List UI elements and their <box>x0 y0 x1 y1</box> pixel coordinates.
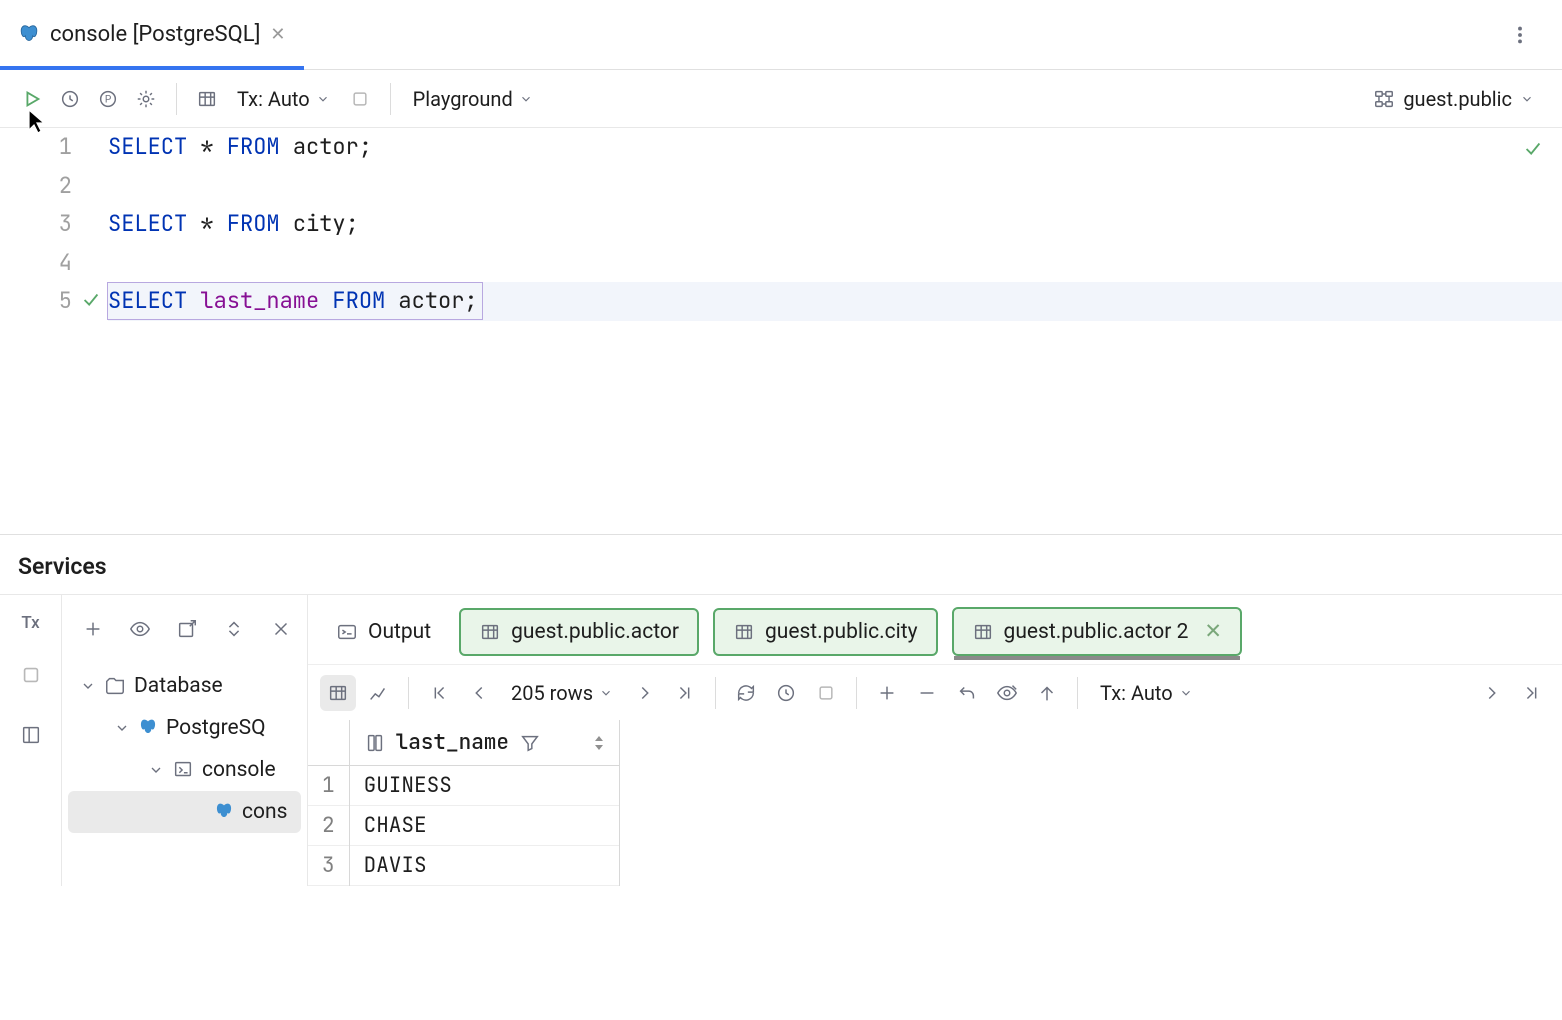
table-cell[interactable]: GUINESS <box>350 766 619 806</box>
tx-mode-selector[interactable]: Tx: Auto <box>227 81 340 117</box>
result-tab[interactable]: guest.public.city <box>713 608 938 656</box>
run-button[interactable] <box>14 81 50 117</box>
result-last-icon[interactable] <box>1514 675 1550 711</box>
stop-query-button[interactable] <box>808 675 844 711</box>
services-panel-title: Services <box>0 535 1562 594</box>
result-tab[interactable]: guest.public.actor <box>459 608 699 656</box>
close-icon[interactable]: ✕ <box>270 24 285 45</box>
tree-console-node[interactable]: console <box>62 749 307 791</box>
add-row-button[interactable] <box>869 675 905 711</box>
sql-editor[interactable]: 12345 SELECT * FROM actor;SELECT * FROM … <box>0 128 1562 534</box>
refresh-button[interactable] <box>728 675 764 711</box>
last-page-button[interactable] <box>667 675 703 711</box>
eye-icon[interactable] <box>123 611 156 647</box>
table-view-icon[interactable] <box>189 81 225 117</box>
tab-title: console [PostgreSQL] <box>50 22 260 47</box>
row-count-button[interactable]: 205 rows <box>501 675 623 711</box>
more-icon[interactable] <box>1502 17 1538 53</box>
schema-selector[interactable]: guest.public <box>1359 87 1548 111</box>
tree-datasource[interactable]: PostgreSQ <box>62 707 307 749</box>
prev-page-button[interactable] <box>461 675 497 711</box>
preview-changes-button[interactable] <box>989 675 1025 711</box>
stop-button[interactable] <box>342 81 378 117</box>
tree-console-selected[interactable]: cons <box>68 791 301 833</box>
next-page-button[interactable] <box>627 675 663 711</box>
svg-text:P: P <box>105 94 111 105</box>
tx-rail-icon[interactable]: Tx <box>21 613 39 633</box>
add-button[interactable] <box>76 611 109 647</box>
gear-icon[interactable] <box>128 81 164 117</box>
first-page-button[interactable] <box>421 675 457 711</box>
remove-row-button[interactable] <box>909 675 945 711</box>
output-tab[interactable]: Output <box>322 612 445 652</box>
table-view-button[interactable] <box>320 675 356 711</box>
tree-database[interactable]: Database <box>62 665 307 707</box>
table-cell[interactable]: CHASE <box>350 806 619 846</box>
postgres-icon <box>18 24 40 46</box>
new-tab-icon[interactable] <box>170 611 203 647</box>
submit-button[interactable] <box>1029 675 1065 711</box>
inspection-ok-icon <box>1522 138 1544 160</box>
chart-view-button[interactable] <box>360 675 396 711</box>
target-selector[interactable]: Playground <box>403 81 543 117</box>
layout-icon[interactable] <box>13 717 49 753</box>
expand-icon[interactable] <box>217 611 250 647</box>
result-tab[interactable]: guest.public.actor 2✕ <box>952 607 1242 656</box>
close-all-icon[interactable] <box>264 611 297 647</box>
result-next-icon[interactable] <box>1474 675 1510 711</box>
explain-plan-icon[interactable]: P <box>90 81 126 117</box>
result-tx-selector[interactable]: Tx: Auto <box>1090 675 1203 711</box>
stop-square-icon[interactable] <box>13 657 49 693</box>
auto-refresh-button[interactable] <box>768 675 804 711</box>
table-cell[interactable]: DAVIS <box>350 846 619 886</box>
history-icon[interactable] <box>52 81 88 117</box>
column-header[interactable]: last_name <box>350 720 619 766</box>
gutter: 12345 <box>0 128 108 534</box>
revert-button[interactable] <box>949 675 985 711</box>
editor-tab[interactable]: console [PostgreSQL] ✕ <box>0 0 304 69</box>
